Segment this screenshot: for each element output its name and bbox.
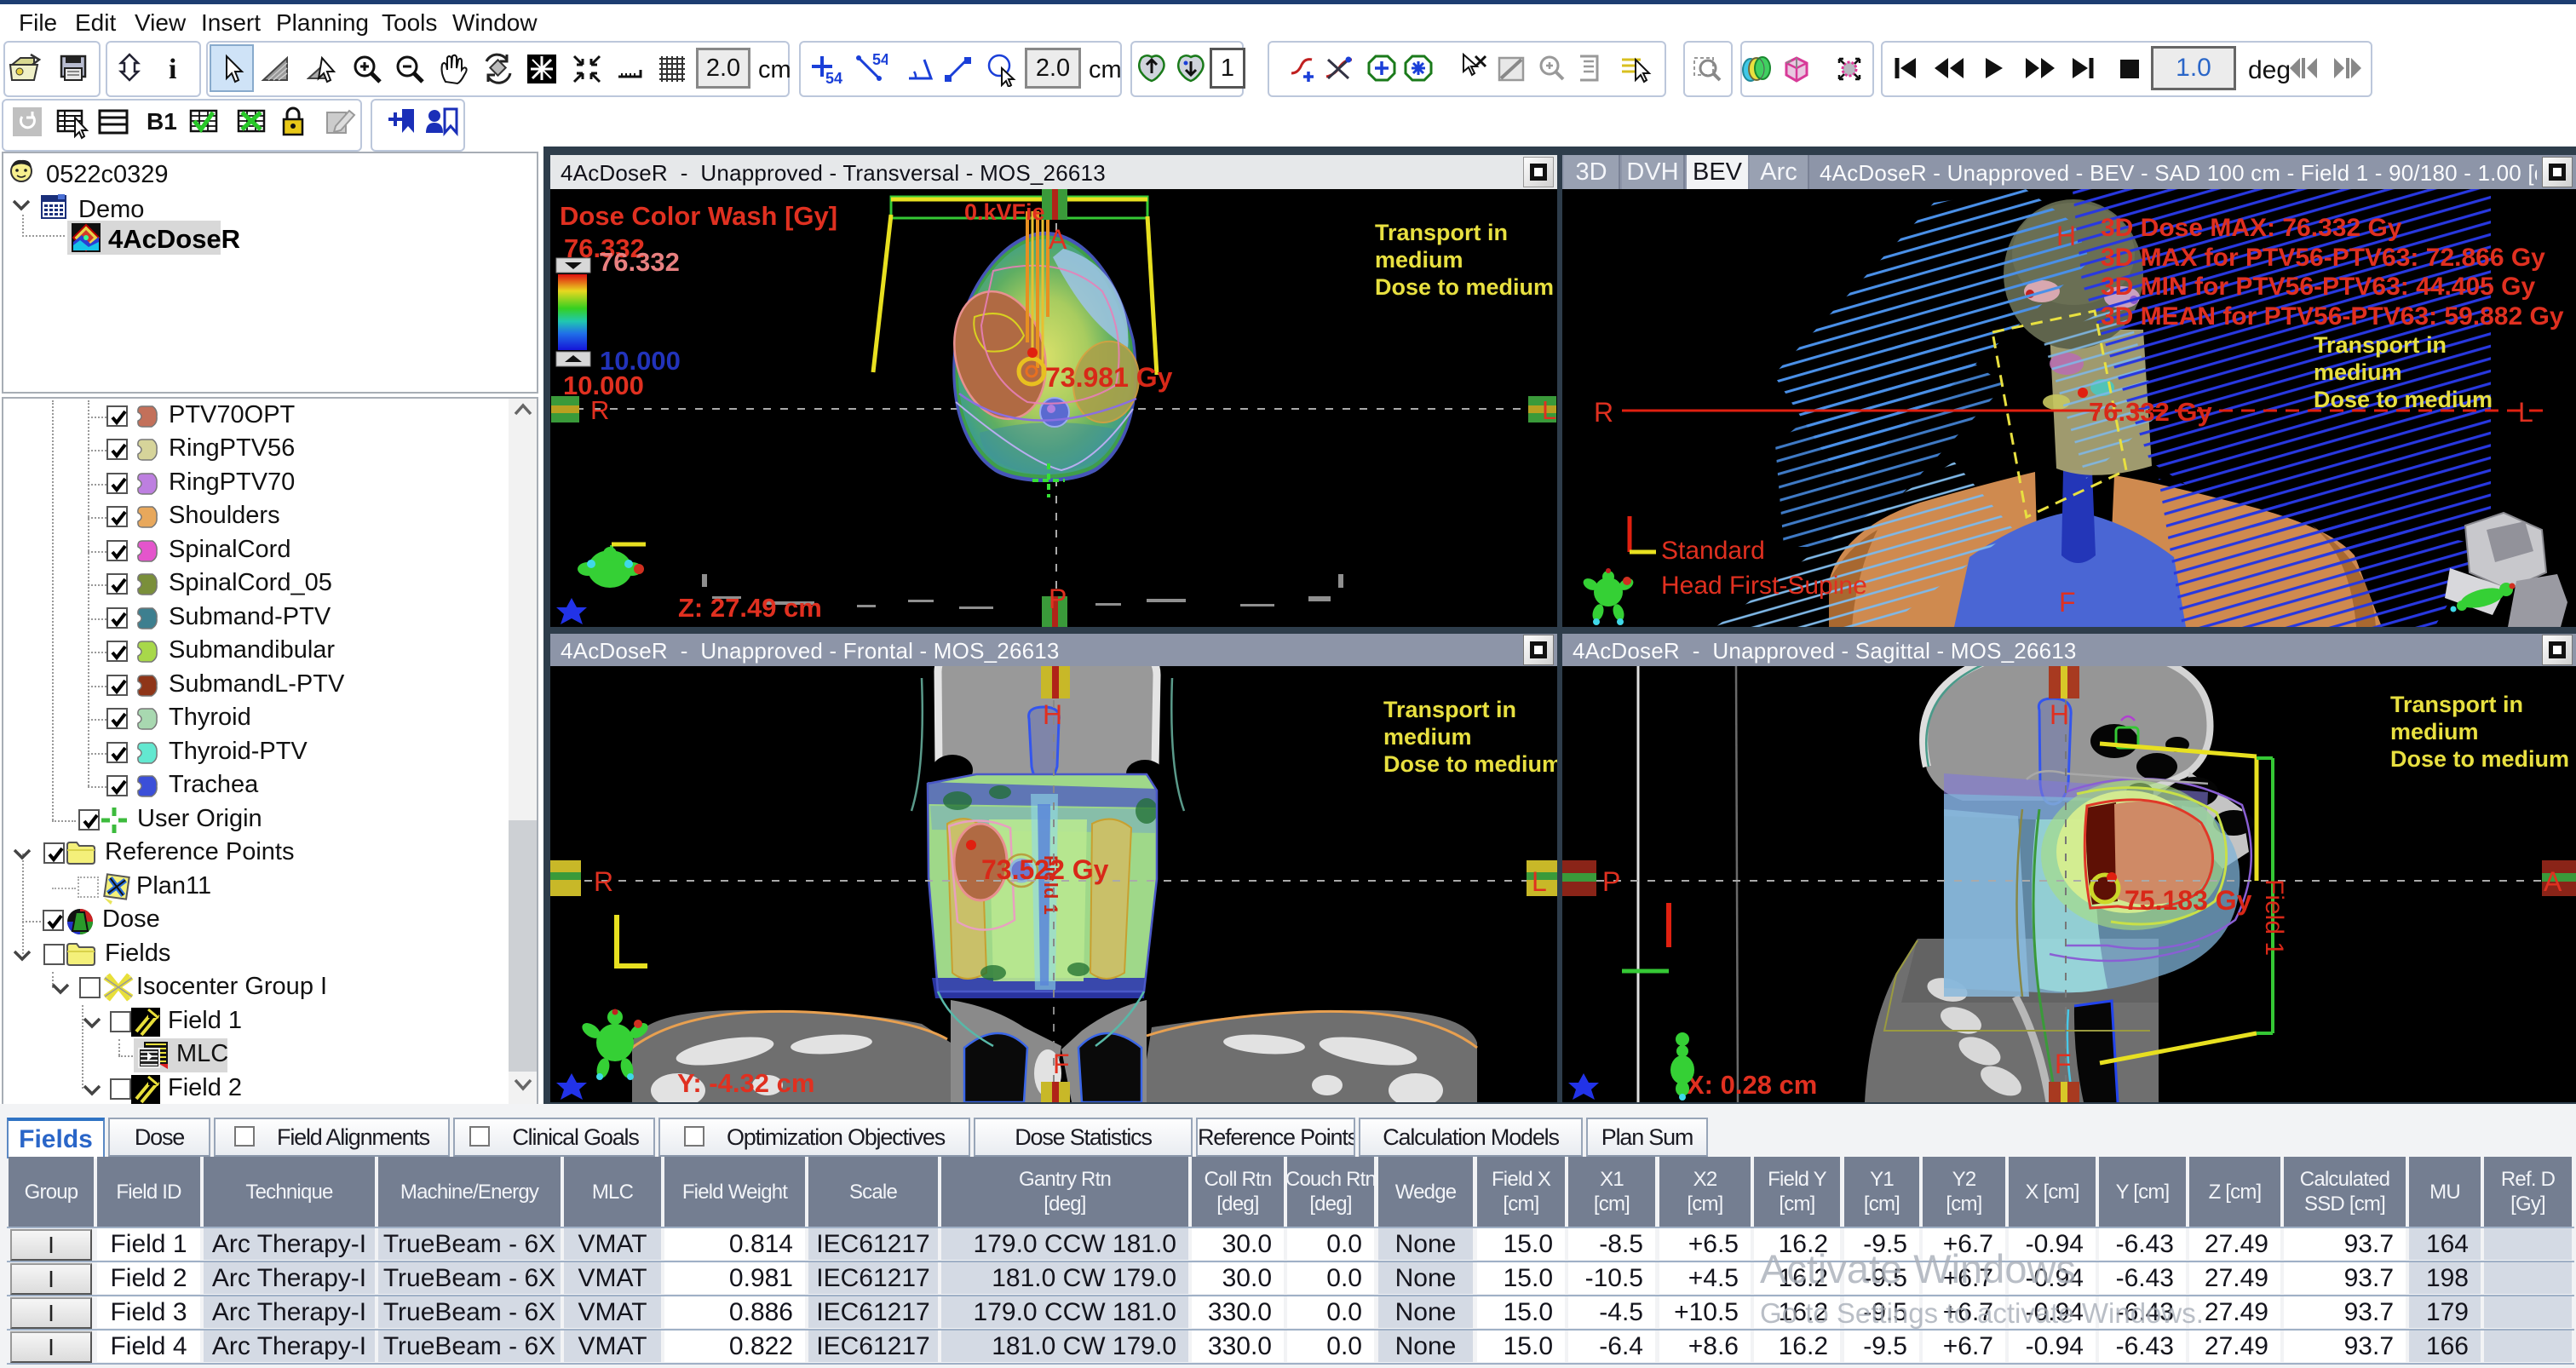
svg-text:H: H [2050,699,2069,730]
svg-text:F: F [1053,1049,1070,1079]
svg-text:3D MAX for PTV56-PTV63: 72.866: 3D MAX for PTV56-PTV63: 72.866 Gy [2101,244,2545,272]
svg-text:54: 54 [872,53,888,68]
svg-text:75.183 Gy: 75.183 Gy [2125,885,2252,916]
svg-text:medium: medium [1375,247,1463,273]
svg-text:L: L [1532,866,1547,897]
svg-text:3D Dose MAX: 76.332 Gy: 3D Dose MAX: 76.332 Gy [2101,214,2402,242]
svg-text:medium: medium [2314,359,2402,385]
svg-text:Y: -4.32 cm: Y: -4.32 cm [677,1068,814,1098]
svg-text:B1: B1 [147,108,177,135]
svg-text:Transport in: Transport in [2390,692,2523,717]
svg-text:Dose to medium: Dose to medium [1383,751,1557,777]
svg-text:3D MIN for PTV56-PTV63: 44.405: 3D MIN for PTV56-PTV63: 44.405 Gy [2101,273,2536,301]
svg-text:Dose Color Wash [Gy]: Dose Color Wash [Gy] [560,201,837,231]
svg-text:P: P [1602,866,1620,897]
svg-text:Dose to medium: Dose to medium [1375,274,1554,300]
svg-text:A: A [1049,224,1067,255]
svg-text:R: R [1594,397,1613,428]
svg-text:medium: medium [2390,719,2479,744]
svg-text:P: P [1049,583,1067,614]
svg-text:F: F [2059,587,2076,618]
svg-text:L: L [2518,397,2533,428]
svg-text:H: H [2056,221,2076,251]
svg-text:A: A [2544,866,2562,897]
svg-text:73.522 Gy: 73.522 Gy [981,854,1109,885]
svg-text:3D MEAN for PTV56-PTV63: 59.88: 3D MEAN for PTV56-PTV63: 59.882 Gy [2101,302,2564,331]
svg-text:Transport in: Transport in [1375,220,1508,245]
svg-text:73.981 Gy: 73.981 Gy [1045,362,1173,393]
svg-text:76.332: 76.332 [599,247,680,277]
svg-text:R: R [590,395,609,425]
svg-text:i: i [169,54,176,85]
svg-text:Dose to medium: Dose to medium [2390,746,2569,772]
svg-text:Standard: Standard [1661,537,1765,565]
svg-text:H: H [1043,699,1062,730]
svg-text:Dose to medium: Dose to medium [2314,387,2493,412]
svg-text:X: 0.28 cm: X: 0.28 cm [1687,1070,1817,1100]
svg-text:medium: medium [1383,724,1472,750]
svg-text:76.332 Gy: 76.332 Gy [2089,397,2213,427]
svg-text:Transport in: Transport in [2314,332,2447,358]
svg-text:Field 1: Field 1 [2260,879,2288,956]
svg-text:L: L [1542,395,1556,425]
svg-text:Transport in: Transport in [1383,697,1516,722]
svg-text:Head First-Supine: Head First-Supine [1661,572,1867,600]
svg-text:54: 54 [825,70,842,87]
svg-text:Z: 27.49 cm: Z: 27.49 cm [678,593,822,623]
svg-text:0.kVFie: 0.kVFie [964,199,1045,225]
svg-text:F: F [2055,1049,2072,1079]
svg-text:R: R [594,866,613,897]
